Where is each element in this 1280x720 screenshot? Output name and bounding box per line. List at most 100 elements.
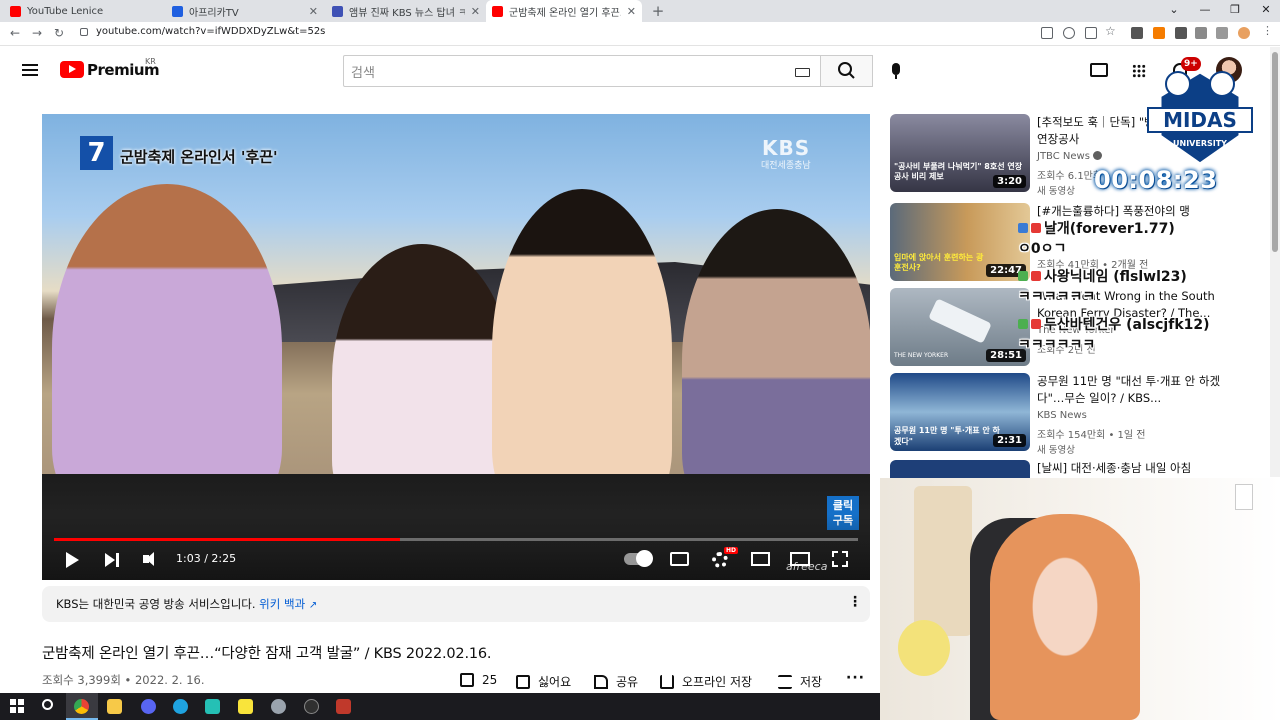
- channel-name[interactable]: JTBC News: [1037, 151, 1102, 162]
- browser-tab-2[interactable]: 아프리카TV ✕: [166, 0, 324, 22]
- menu-dots-icon[interactable]: ⋮: [1259, 24, 1273, 39]
- search-input[interactable]: 검색: [343, 55, 821, 87]
- recommendation-item[interactable]: 공무원 11만 명 "투·개표 안 하겠다" 2:31 공무원 11만 명 "대…: [890, 373, 1270, 456]
- video-thumbnail[interactable]: 공무원 11만 명 "투·개표 안 하겠다" 2:31: [890, 373, 1030, 451]
- url-field[interactable]: youtube.com/watch?v=ifWDDXDyZLw&t=52s: [80, 26, 325, 37]
- close-window-button[interactable]: ✕: [1256, 3, 1276, 16]
- menu-icon[interactable]: [22, 64, 38, 76]
- youtube-logo-icon[interactable]: [60, 61, 84, 78]
- download-icon: [660, 674, 674, 689]
- light-switch-image: [1235, 484, 1253, 510]
- tiktok-icon[interactable]: [205, 699, 220, 714]
- region-watermark: 대전세종충남: [761, 161, 811, 171]
- close-tab-icon[interactable]: ✕: [309, 5, 318, 18]
- like-button[interactable]: 25: [460, 673, 497, 687]
- video-person: [492, 189, 672, 514]
- extension-icon[interactable]: [1153, 27, 1165, 39]
- video-thumbnail[interactable]: "공사비 부풀려 나눠먹기" 8호선 연장공사 비리 제보 3:20: [890, 114, 1030, 192]
- next-icon[interactable]: [105, 553, 115, 567]
- next-icon-bar: [116, 553, 119, 567]
- obs-icon[interactable]: [304, 699, 319, 714]
- close-tab-icon[interactable]: ✕: [471, 5, 480, 18]
- share-button[interactable]: 공유: [594, 673, 638, 690]
- close-tab-icon[interactable]: ✕: [627, 5, 636, 18]
- lock-icon: [80, 27, 88, 36]
- video-thumbnail[interactable]: 입마에 앉아서 훈련하는 광훈전사? 22:47: [890, 203, 1030, 281]
- chat-badge-icon: [1018, 319, 1028, 329]
- scrollbar-thumb[interactable]: [1272, 52, 1278, 252]
- chat-message: 사왕닉네임 (flslwl23): [1018, 266, 1187, 286]
- zoom-icon[interactable]: [1063, 27, 1075, 39]
- video-player[interactable]: 7 군밤축제 온라인서 '후끈' KBS 대전세종충남 클릭 구독 1:03 /…: [42, 114, 870, 580]
- back-icon[interactable]: ←: [8, 26, 22, 40]
- chat-badge-icon: [1018, 271, 1028, 281]
- new-tab-button[interactable]: +: [650, 2, 666, 20]
- discord-icon[interactable]: [141, 699, 156, 714]
- info-text: KBS는 대한민국 공영 방송 서비스입니다. 위키 백과 ↗: [56, 597, 318, 611]
- chat-message: 날개(forever1.77): [1018, 218, 1175, 238]
- chrome-icon[interactable]: [74, 699, 89, 714]
- external-link-icon: ↗: [308, 600, 318, 611]
- recommendation-title[interactable]: [날씨] 대전·세종·충남 내일 아침: [1037, 460, 1242, 477]
- region-code: KR: [145, 57, 156, 66]
- save-button[interactable]: 저장: [778, 673, 822, 690]
- recommendation-item[interactable]: [날씨] 대전·세종·충남 내일 아침: [890, 460, 1270, 478]
- edge-icon[interactable]: [173, 699, 188, 714]
- reload-icon[interactable]: ↻: [52, 26, 66, 40]
- forward-icon[interactable]: →: [30, 26, 44, 40]
- maximize-button[interactable]: ❐: [1225, 3, 1245, 16]
- more-actions-button[interactable]: ···: [846, 670, 865, 686]
- dislike-button[interactable]: 싫어요: [516, 673, 571, 690]
- recommendation-title[interactable]: 공무원 11만 명 "대선 투·개표 안 하겠다"…무슨 일이? / KBS..…: [1037, 373, 1242, 407]
- browser-tab-active[interactable]: 군밤축제 온라인 열기 후끈...'다 ✕: [486, 0, 642, 22]
- tab-search-icon[interactable]: ⌄: [1164, 3, 1184, 16]
- subtitles-icon[interactable]: [670, 552, 689, 566]
- app-icon[interactable]: [336, 699, 351, 714]
- volume-icon-cone: [146, 552, 154, 566]
- streamer-image: [990, 514, 1140, 720]
- more-vertical-icon[interactable]: ⋮: [848, 594, 862, 610]
- channel-name[interactable]: KBS News: [1037, 410, 1087, 421]
- windows-taskbar: [0, 693, 880, 720]
- settings-gear-icon[interactable]: [712, 552, 728, 568]
- chat-message: ㅋㅋㅋㅋㅋㅋ: [1018, 289, 1096, 305]
- video-thumbnail[interactable]: THE NEW YORKER 28:51: [890, 288, 1030, 366]
- minimize-button[interactable]: —: [1195, 3, 1215, 16]
- profile-icon[interactable]: [1238, 27, 1250, 39]
- create-video-icon[interactable]: [1090, 63, 1108, 77]
- bookmark-star-icon[interactable]: ☆: [1105, 24, 1117, 39]
- search-icon[interactable]: [42, 699, 53, 710]
- thumb-up-icon: [460, 673, 474, 687]
- download-button[interactable]: 오프라인 저장: [660, 673, 752, 690]
- microphone-stem: [895, 75, 897, 79]
- extension-icon[interactable]: [1131, 27, 1143, 39]
- progress-bar[interactable]: [54, 538, 858, 541]
- browser-tab-1[interactable]: YouTube Lenice: [4, 0, 124, 22]
- afreeca-watermark: afreeca: [786, 560, 828, 573]
- chat-message: ㅋㅋㅋㅋㅋㅋ: [1018, 337, 1096, 353]
- miniplayer-icon[interactable]: [751, 552, 770, 566]
- webcam-feed: [880, 478, 1280, 720]
- share-page-icon[interactable]: [1085, 27, 1097, 39]
- paint-icon[interactable]: [271, 699, 286, 714]
- video-thumbnail[interactable]: [890, 460, 1030, 478]
- puzzle-icon[interactable]: [1195, 27, 1207, 39]
- video-title: 군밤축제 온라인 열기 후끈…“다양한 잠재 고객 발굴” / KBS 2022…: [42, 646, 492, 662]
- file-explorer-icon[interactable]: [107, 699, 122, 714]
- browser-tab-3[interactable]: 앰뷰 진짜 KBS 뉴스 탑녀 ㅋㅋㅋ ✕: [326, 0, 486, 22]
- microphone-icon[interactable]: [892, 63, 900, 75]
- start-icon[interactable]: [10, 699, 24, 713]
- search-button[interactable]: [821, 55, 873, 87]
- playlist-add-icon: [778, 674, 792, 689]
- chat-badge-icon: [1031, 319, 1041, 329]
- install-icon[interactable]: [1041, 27, 1053, 39]
- wikipedia-link[interactable]: 위키 백과: [259, 597, 305, 611]
- play-icon[interactable]: [66, 552, 79, 568]
- keyboard-icon[interactable]: [795, 68, 810, 77]
- sticky-notes-icon[interactable]: [238, 699, 253, 714]
- extension-icon[interactable]: [1216, 27, 1228, 39]
- extension-icon[interactable]: [1175, 27, 1187, 39]
- view-count: 조회수 6.1만회: [1037, 171, 1103, 182]
- fullscreen-icon[interactable]: [832, 551, 848, 567]
- new-video-badge: 새 동영상: [1037, 445, 1075, 456]
